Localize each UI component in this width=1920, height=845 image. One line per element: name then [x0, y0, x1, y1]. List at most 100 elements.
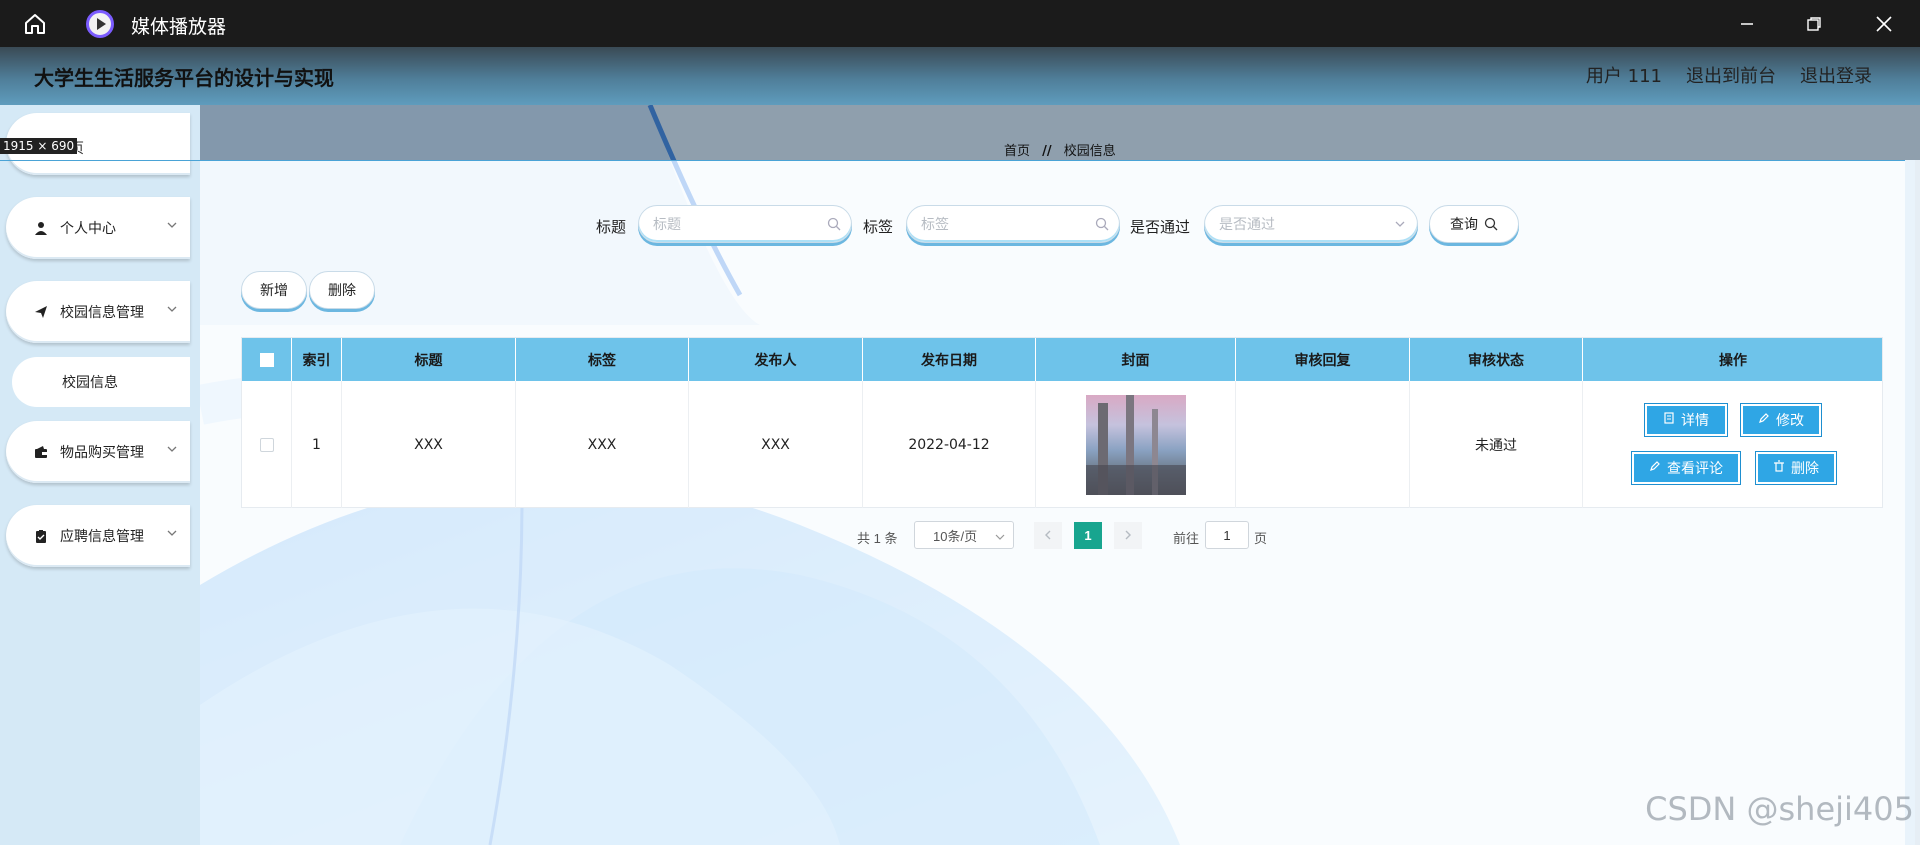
goto-page-suffix: 页 — [1254, 531, 1268, 546]
row-checkbox[interactable] — [259, 437, 274, 452]
chevron-down-icon — [1393, 217, 1407, 235]
minimize-icon[interactable] — [1733, 10, 1761, 38]
cell-cover — [1036, 381, 1236, 508]
restore-icon[interactable] — [1800, 10, 1828, 38]
breadcrumb-current: 校园信息 — [1063, 144, 1116, 159]
back-to-front-link[interactable]: 退出到前台 — [1686, 62, 1776, 88]
sidebar-item-label: 应聘信息管理 — [60, 529, 144, 545]
breadcrumb-home[interactable]: 首页 — [1004, 144, 1030, 159]
close-icon[interactable] — [1870, 10, 1898, 38]
view-comments-button-label: 查看评论 — [1667, 461, 1723, 477]
col-header-date: 发布日期 — [863, 338, 1036, 381]
col-header-index: 索引 — [292, 338, 342, 381]
search-tag-input[interactable]: 标签 — [906, 205, 1120, 243]
right-scroll-edge — [1915, 160, 1920, 845]
search-tag-placeholder: 标签 — [921, 217, 949, 233]
prev-page-button[interactable] — [1034, 522, 1062, 549]
search-icon — [1484, 217, 1498, 231]
add-button-label: 新增 — [260, 283, 288, 299]
sidebar-item-goods-purchase-mgmt[interactable]: 物品购买管理 — [6, 421, 190, 483]
chevron-down-icon — [166, 527, 178, 543]
search-title-input[interactable]: 标题 — [638, 205, 852, 243]
chevron-down-icon — [995, 530, 1005, 545]
row-select-cell — [242, 381, 292, 508]
home-icon[interactable] — [22, 11, 48, 37]
query-button[interactable]: 查询 — [1429, 205, 1519, 243]
chevron-right-icon — [1123, 528, 1133, 543]
col-header-title: 标题 — [342, 338, 516, 381]
col-header-tag: 标签 — [516, 338, 689, 381]
cell-reply — [1236, 381, 1410, 508]
logout-link[interactable]: 退出登录 — [1800, 62, 1872, 88]
detail-button[interactable]: 详情 — [1645, 404, 1727, 436]
cell-publisher: XXX — [689, 381, 863, 508]
cell-status: 未通过 — [1410, 381, 1583, 508]
edit-icon — [1758, 412, 1770, 428]
select-all-checkbox[interactable] — [259, 352, 274, 367]
search-pass-select[interactable]: 是否通过 — [1204, 205, 1418, 243]
detail-button-label: 详情 — [1681, 413, 1709, 429]
cell-actions — [1583, 381, 1883, 508]
sidebar-subitem-label: 校园信息 — [62, 375, 118, 391]
chevron-down-icon — [166, 219, 178, 235]
add-button[interactable]: 新增 — [241, 271, 307, 309]
edit-button-label: 修改 — [1776, 413, 1804, 429]
sidebar-subitem-campus-info[interactable]: 校园信息 — [12, 357, 190, 407]
chevron-left-icon — [1043, 528, 1053, 543]
col-header-publisher: 发布人 — [689, 338, 863, 381]
next-page-button[interactable] — [1114, 522, 1142, 549]
col-header-status: 审核状态 — [1410, 338, 1583, 381]
row-delete-button[interactable]: 删除 — [1756, 452, 1836, 484]
sidebar-item-label: 个人中心 — [60, 221, 116, 237]
page-size-select[interactable]: 10条/页 — [914, 521, 1014, 549]
breadcrumb: 首页 // 校园信息 — [1004, 140, 1116, 159]
cell-title: XXX — [342, 381, 516, 508]
wallet-icon — [34, 445, 48, 459]
breadcrumb-separator: // — [1042, 144, 1052, 159]
cell-date: 2022-04-12 — [863, 381, 1036, 508]
query-button-label: 查询 — [1450, 217, 1478, 233]
search-title-placeholder: 标题 — [653, 217, 681, 233]
edit-icon — [1649, 460, 1661, 476]
cell-tag: XXX — [516, 381, 689, 508]
page-number-button[interactable]: 1 — [1074, 522, 1102, 549]
window-title: 媒体播放器 — [131, 16, 227, 38]
search-icon — [827, 217, 841, 235]
sidebar-item-personal-center[interactable]: 个人中心 — [6, 197, 190, 259]
table-header: 索引 标题 标签 发布人 发布日期 封面 审核回复 审核状态 操作 — [242, 338, 1882, 381]
media-player-icon — [86, 10, 114, 38]
app-title: 大学生生活服务平台的设计与实现 — [34, 66, 334, 90]
cell-index: 1 — [292, 381, 342, 508]
cover-image[interactable] — [1085, 394, 1186, 495]
document-icon — [1663, 412, 1675, 428]
edit-button[interactable]: 修改 — [1741, 404, 1821, 436]
screen-size-tag: 1915 × 690 — [0, 138, 78, 154]
sidebar: 个人中心 校园信息管理 校园信息 物品购买管理 应聘信息管理 — [0, 105, 200, 845]
window-titlebar: 媒体播放器 — [0, 0, 1920, 47]
watermark: CSDN @sheji405 — [1645, 790, 1914, 828]
trash-icon — [1773, 460, 1785, 476]
app-header: 大学生生活服务平台的设计与实现 用户 111 退出到前台 退出登录 — [0, 47, 1920, 105]
sidebar-item-campus-info-mgmt[interactable]: 校园信息管理 — [6, 281, 190, 343]
chevron-down-icon — [166, 443, 178, 459]
search-pass-placeholder: 是否通过 — [1219, 217, 1275, 233]
user-icon — [34, 221, 48, 235]
view-comments-button[interactable]: 查看评论 — [1632, 452, 1740, 484]
goto-page-input[interactable]: 1 — [1205, 521, 1249, 549]
send-icon — [34, 305, 48, 319]
col-header-reply: 审核回复 — [1236, 338, 1410, 381]
search-title-label: 标题 — [596, 218, 627, 236]
row-delete-button-label: 删除 — [1791, 461, 1819, 477]
batch-delete-button[interactable]: 删除 — [309, 271, 375, 309]
sidebar-item-job-application-mgmt[interactable]: 应聘信息管理 — [6, 505, 190, 567]
search-icon — [1095, 217, 1109, 235]
col-header-actions: 操作 — [1719, 352, 1747, 369]
search-pass-label: 是否通过 — [1130, 218, 1191, 236]
col-header-cover: 封面 — [1036, 338, 1236, 381]
pagination-total: 共 1 条 — [857, 531, 898, 546]
goto-label: 前往 — [1173, 531, 1200, 546]
select-all-cell — [242, 338, 292, 381]
overlay-border — [0, 160, 200, 161]
batch-delete-button-label: 删除 — [328, 283, 356, 299]
header-links: 用户 111 退出到前台 退出登录 — [1586, 62, 1872, 88]
